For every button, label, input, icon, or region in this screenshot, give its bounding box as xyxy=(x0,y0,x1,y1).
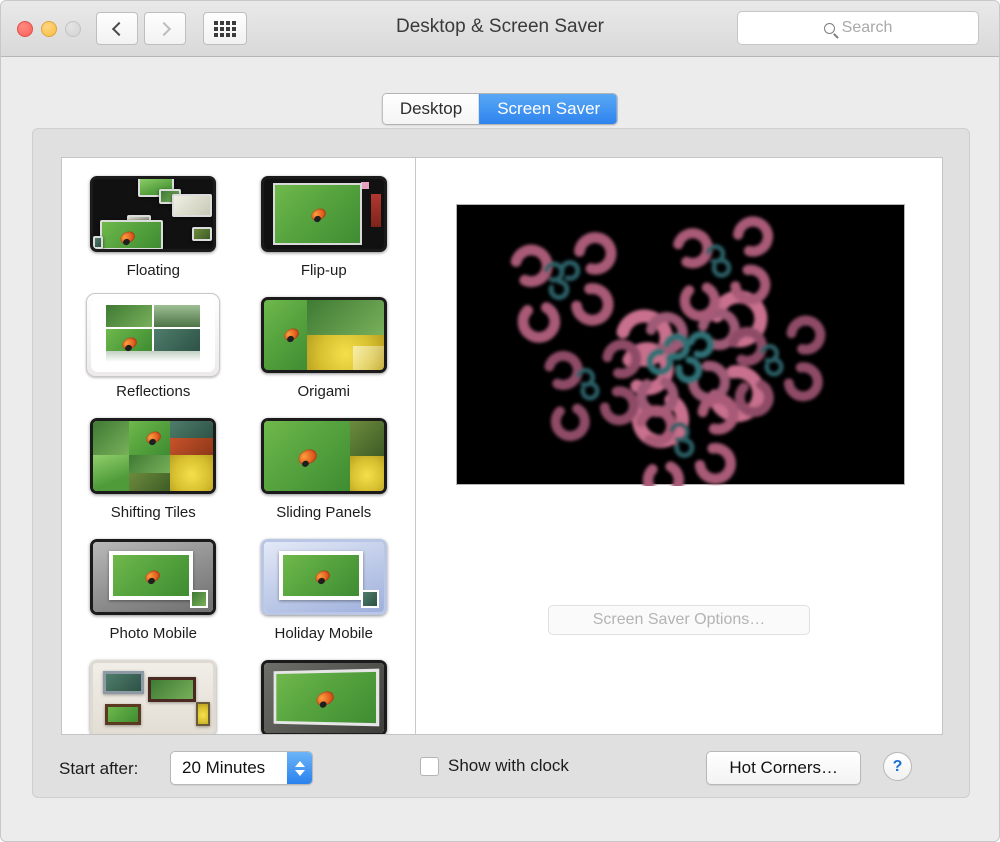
thumbnail-shifting-tiles xyxy=(90,418,216,494)
stepper-down-icon[interactable] xyxy=(295,770,305,776)
preview-graphic xyxy=(457,205,906,486)
saver-item-photo-mobile[interactable]: Photo Mobile xyxy=(78,535,229,642)
saver-label: Holiday Mobile xyxy=(275,625,373,642)
hot-corners-button[interactable]: Hot Corners… xyxy=(706,751,861,785)
thumbnail-frame-selected xyxy=(86,293,220,377)
preview-pane: Screen Saver Options… xyxy=(416,158,942,734)
bottom-bar: Start after: 20 Minutes Show with clock … xyxy=(33,741,969,799)
tab-screen-saver[interactable]: Screen Saver xyxy=(479,94,617,124)
saver-item-shifting-tiles[interactable]: Shifting Tiles xyxy=(78,414,229,521)
saver-item-sliding-panels[interactable]: Sliding Panels xyxy=(249,414,400,521)
start-after-value: 20 Minutes xyxy=(171,758,265,778)
help-button[interactable]: ? xyxy=(883,752,912,781)
thumbnail-frame xyxy=(257,293,391,377)
thumbnail-vintage-prints xyxy=(261,660,387,734)
start-after-popup[interactable]: 20 Minutes xyxy=(170,751,313,785)
saver-label: Sliding Panels xyxy=(276,504,371,521)
saver-label: Shifting Tiles xyxy=(111,504,196,521)
thumbnail-flip-up xyxy=(261,176,387,252)
screen-saver-grid: Floating Fl xyxy=(62,158,415,734)
system-preferences-window: Desktop & Screen Saver Search Desktop Sc… xyxy=(0,0,1000,842)
titlebar: Desktop & Screen Saver Search xyxy=(1,1,999,57)
saver-label: Floating xyxy=(127,262,180,279)
thumbnail-frame xyxy=(257,172,391,256)
tab-desktop[interactable]: Desktop xyxy=(383,94,479,124)
search-field[interactable]: Search xyxy=(737,11,979,45)
screen-saver-preview xyxy=(456,204,905,485)
content-area: Floating Fl xyxy=(61,157,943,735)
saver-label: Photo Mobile xyxy=(109,625,197,642)
saver-item-floating[interactable]: Floating xyxy=(78,172,229,279)
preferences-panel: Floating Fl xyxy=(32,128,970,798)
show-with-clock-label: Show with clock xyxy=(448,756,569,776)
screen-saver-options-button: Screen Saver Options… xyxy=(548,605,810,635)
thumbnail-holiday-mobile xyxy=(261,539,387,615)
saver-label: Flip-up xyxy=(301,262,347,279)
search-placeholder: Search xyxy=(842,19,893,37)
saver-item-origami[interactable]: Origami xyxy=(249,293,400,400)
tab-bar: Desktop Screen Saver xyxy=(382,93,618,125)
thumbnail-frame xyxy=(257,414,391,498)
thumbnail-floating xyxy=(90,176,216,252)
show-with-clock-checkbox[interactable] xyxy=(420,757,439,776)
thumbnail-frame xyxy=(257,535,391,619)
saver-label: Origami xyxy=(297,383,350,400)
thumbnail-photo-mobile xyxy=(90,539,216,615)
stepper-up-icon[interactable] xyxy=(295,761,305,767)
saver-item-flip-up[interactable]: Flip-up xyxy=(249,172,400,279)
thumbnail-frame xyxy=(86,656,220,734)
thumbnail-frame xyxy=(86,535,220,619)
search-icon xyxy=(824,23,835,34)
thumbnail-origami xyxy=(261,297,387,373)
saver-item-photo-wall[interactable] xyxy=(78,656,229,734)
saver-label: Reflections xyxy=(116,383,190,400)
saver-item-reflections[interactable]: Reflections xyxy=(78,293,229,400)
thumbnail-frame xyxy=(86,414,220,498)
thumbnail-frame xyxy=(257,656,391,734)
saver-item-vintage-prints[interactable] xyxy=(249,656,400,734)
thumbnail-reflections xyxy=(91,298,215,372)
thumbnail-frame xyxy=(86,172,220,256)
stepper-control[interactable] xyxy=(287,752,312,784)
screen-saver-list[interactable]: Floating Fl xyxy=(62,158,415,734)
thumbnail-photo-wall xyxy=(90,660,216,734)
thumbnail-sliding-panels xyxy=(261,418,387,494)
start-after-label: Start after: xyxy=(59,759,138,779)
saver-item-holiday-mobile[interactable]: Holiday Mobile xyxy=(249,535,400,642)
show-with-clock-row[interactable]: Show with clock xyxy=(420,756,569,776)
